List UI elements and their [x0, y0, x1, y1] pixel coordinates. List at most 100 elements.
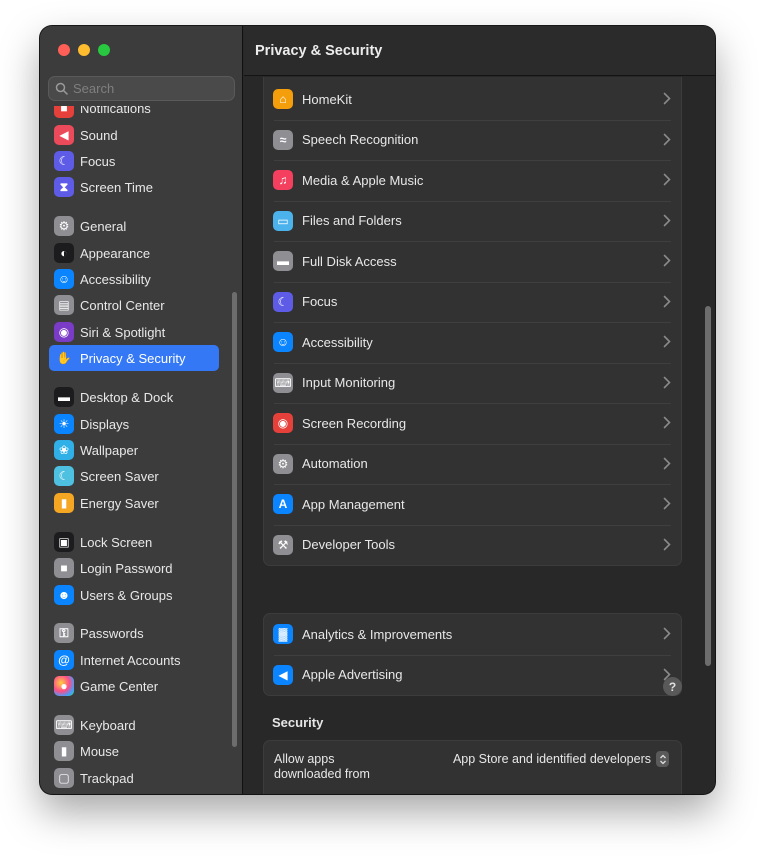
sidebar-item-trackpad[interactable]: ▢ Trackpad [49, 765, 219, 791]
sidebar-item-siri-spotlight[interactable]: ◉ Siri & Spotlight [49, 319, 219, 345]
chevron-right-icon [663, 538, 671, 550]
privacy-row-developer-tools[interactable]: ⚒ Developer Tools [264, 524, 681, 566]
sidebar-item-label: Keyboard [80, 717, 136, 733]
sidebar-item-label: Displays [80, 416, 130, 432]
sidebar-item-label: Wallpaper [80, 442, 139, 458]
row-label: Developer Tools [302, 537, 395, 553]
privacy-row-input-monitoring[interactable]: ⌨ Input Monitoring [264, 362, 681, 404]
row-label: Media & Apple Music [302, 172, 424, 188]
sidebar-item-internet-accounts[interactable]: @ Internet Accounts [49, 647, 219, 673]
sidebar-item-label: Privacy & Security [80, 350, 186, 366]
sidebar: ■ Notifications ◀ Sound ☾ Focus ⧗ Screen Time ⚙ G… [40, 26, 243, 794]
privacy-row-automation[interactable]: ⚙ Automation [264, 443, 681, 485]
sidebar-item-keyboard[interactable]: ⌨ Keyboard [49, 712, 219, 738]
users-icon: ☻ [54, 585, 74, 605]
sidebar-item-privacy-security[interactable]: ✋ Privacy & Security [49, 345, 219, 371]
privacy-row-focus[interactable]: ☾ Focus [264, 281, 681, 323]
sidebar-item-desktop-dock[interactable]: ▬ Desktop & Dock [49, 384, 219, 410]
row-label: Full Disk Access [302, 253, 397, 269]
battery-icon: ▮ [54, 493, 74, 513]
lock-screen-icon: ▣ [54, 532, 74, 552]
privacy-row-files-and-folders[interactable]: ▭ Files and Folders [264, 200, 681, 242]
sidebar-item-label: Energy Saver [80, 495, 159, 511]
siri-icon: ◉ [54, 322, 74, 342]
control-center-icon: ▤ [54, 295, 74, 315]
chevron-right-icon [663, 335, 671, 348]
screen-saver-icon: ☾ [54, 466, 74, 486]
folder-icon: ▭ [273, 210, 293, 231]
sidebar-scrollbar[interactable] [232, 292, 237, 747]
sidebar-item-focus[interactable]: ☾ Focus [49, 148, 219, 174]
privacy-row-homekit[interactable]: ⌂ HomeKit [264, 79, 681, 120]
hand-icon: ✋ [54, 348, 74, 368]
help-button[interactable]: ? [663, 677, 682, 696]
music-note-icon: ♫ [273, 170, 293, 191]
sidebar-item-control-center[interactable]: ▤ Control Center [49, 292, 219, 318]
search-icon [55, 82, 68, 95]
sidebar-item-label: Login Password [80, 560, 173, 576]
keyboard-icon: ⌨ [273, 372, 293, 393]
moon-icon: ☾ [54, 151, 74, 171]
sidebar-item-login-password[interactable]: ■ Login Password [49, 555, 219, 581]
chevron-right-icon [663, 497, 671, 510]
gears-icon: ⚙ [273, 453, 293, 474]
page-title: Privacy & Security [255, 42, 383, 59]
privacy-row-screen-recording[interactable]: ◉ Screen Recording [264, 403, 681, 444]
row-label: App Management [302, 496, 405, 512]
allow-apps-popup[interactable]: App Store and identified developers [453, 751, 669, 767]
sidebar-item-label: Lock Screen [80, 534, 153, 550]
sidebar-item-displays[interactable]: ☀ Displays [49, 411, 219, 437]
sidebar-list: ■ Notifications ◀ Sound ☾ Focus ⧗ Screen Time ⚙ G… [40, 106, 243, 794]
record-icon: ◉ [273, 413, 293, 434]
search-input[interactable] [73, 81, 223, 96]
sidebar-item-appearance[interactable]: ◐ Appearance [49, 240, 219, 266]
sun-icon: ☀ [54, 414, 74, 434]
row-label: Screen Recording [302, 415, 407, 431]
home-icon: ⌂ [273, 89, 293, 110]
sidebar-item-lock-screen[interactable]: ▣ Lock Screen [49, 529, 219, 555]
content-scrollbar[interactable] [705, 306, 711, 666]
sidebar-item-label: Control Center [80, 297, 165, 313]
hammer-icon: ⚒ [273, 534, 293, 555]
sidebar-item-game-center[interactable]: ● Game Center [49, 673, 219, 699]
sidebar-item-label: Trackpad [80, 770, 134, 786]
sidebar-item-wallpaper[interactable]: ❀ Wallpaper [49, 437, 219, 463]
row-label: Speech Recognition [302, 132, 419, 148]
zoom-window-button[interactable] [98, 44, 110, 56]
disk-icon: ▬ [273, 251, 293, 272]
minimize-window-button[interactable] [78, 44, 90, 56]
sidebar-item-accessibility[interactable]: ☺ Accessibility [49, 266, 219, 292]
sidebar-item-screen-time[interactable]: ⧗ Screen Time [49, 174, 219, 200]
chevron-right-icon [663, 627, 671, 640]
sidebar-item-energy-saver[interactable]: ▮ Energy Saver [49, 490, 219, 516]
chevron-right-icon [663, 133, 671, 145]
privacy-row-apple-advertising[interactable]: ◀ Apple Advertising [264, 654, 681, 696]
search-field[interactable] [48, 76, 235, 101]
sidebar-item-label: Focus [80, 153, 116, 169]
traffic-lights [58, 44, 110, 56]
privacy-row-analytics-improvements[interactable]: ▓ Analytics & Improvements [264, 614, 681, 655]
privacy-row-full-disk-access[interactable]: ▬ Full Disk Access [264, 241, 681, 282]
sidebar-item-mouse[interactable]: ▮ Mouse [49, 738, 219, 764]
hourglass-icon: ⧗ [54, 177, 74, 197]
sidebar-item-passwords[interactable]: ⚿ Passwords [49, 620, 219, 646]
key-icon: ⚿ [54, 623, 74, 643]
privacy-row-accessibility[interactable]: ☺ Accessibility [264, 322, 681, 363]
content-area: ⌂ HomeKit ≈ Speech Recognition ♫ Media & Appl… [244, 77, 715, 794]
security-group: Allow apps downloaded from App Store and… [263, 740, 682, 794]
sidebar-item-screen-saver[interactable]: ☾ Screen Saver [49, 463, 219, 489]
sidebar-item-users-groups[interactable]: ☻ Users & Groups [49, 582, 219, 608]
privacy-row-media-apple-music[interactable]: ♫ Media & Apple Music [264, 160, 681, 201]
sidebar-item-notifications[interactable]: ■ Notifications [49, 106, 219, 121]
popup-arrows-icon [656, 751, 669, 767]
sidebar-item-sound[interactable]: ◀ Sound [49, 122, 219, 148]
sidebar-item-general[interactable]: ⚙ General [49, 213, 219, 239]
close-window-button[interactable] [58, 44, 70, 56]
notifications-icon: ■ [54, 106, 74, 118]
row-label: Input Monitoring [302, 375, 396, 391]
privacy-row-app-management[interactable]: A App Management [264, 484, 681, 525]
chart-icon: ▓ [273, 624, 293, 645]
privacy-row-speech-recognition[interactable]: ≈ Speech Recognition [264, 119, 681, 161]
security-section-title: Security [272, 715, 324, 730]
sidebar-item-label: Screen Saver [80, 468, 159, 484]
